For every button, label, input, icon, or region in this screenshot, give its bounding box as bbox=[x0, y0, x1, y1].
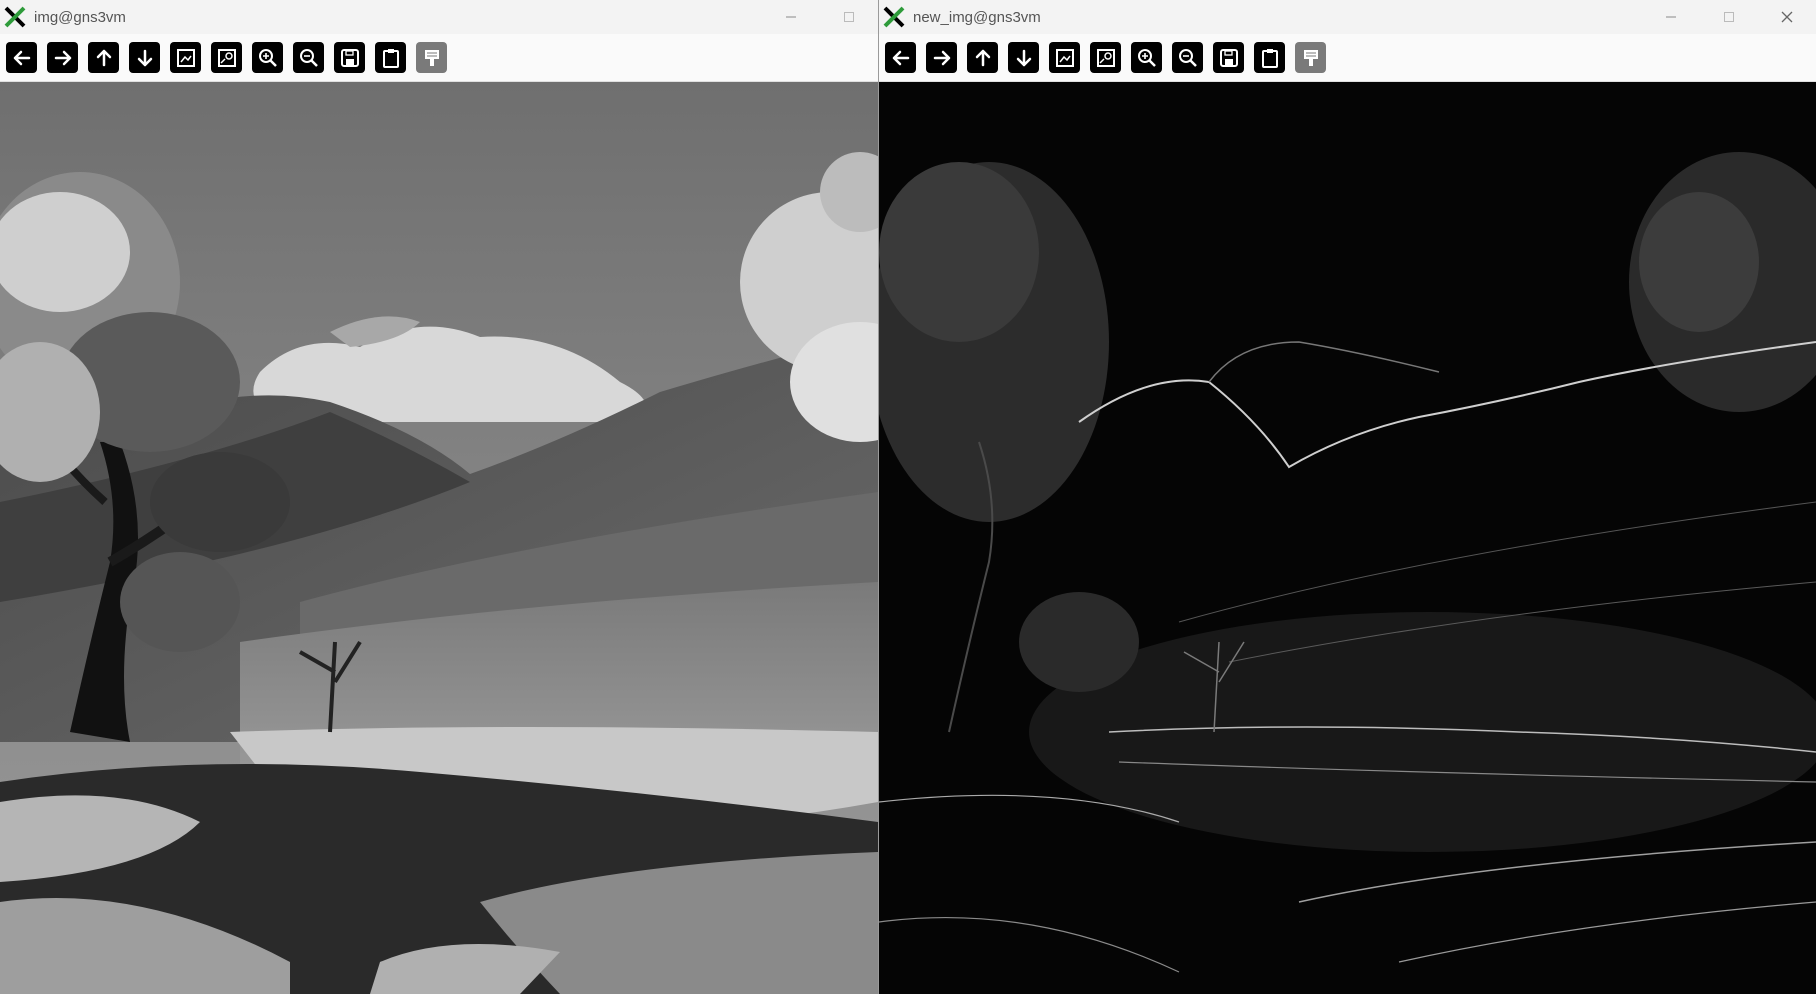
zoom-out-button[interactable] bbox=[1172, 42, 1203, 73]
zoom-out-button[interactable] bbox=[293, 42, 324, 73]
image-canvas[interactable] bbox=[0, 82, 878, 994]
maximize-button[interactable] bbox=[1700, 0, 1758, 34]
zoom-out-icon bbox=[1178, 48, 1197, 67]
zoom-in-button[interactable] bbox=[252, 42, 283, 73]
paint-button[interactable] bbox=[416, 42, 447, 73]
paint-icon bbox=[424, 49, 439, 66]
close-icon bbox=[1781, 11, 1793, 23]
maximize-button[interactable] bbox=[820, 0, 878, 34]
image-settings-icon bbox=[1096, 48, 1115, 67]
pan-down-icon bbox=[1016, 49, 1031, 66]
save-icon bbox=[340, 48, 359, 67]
title-bar[interactable]: new_img@gns3vm bbox=[879, 0, 1816, 34]
maximize-icon bbox=[844, 12, 854, 22]
minimize-icon bbox=[786, 16, 796, 18]
window-title: new_img@gns3vm bbox=[913, 8, 1041, 26]
save-icon bbox=[1219, 48, 1238, 67]
zoom-in-button[interactable] bbox=[1131, 42, 1162, 73]
clipboard-button[interactable] bbox=[1254, 42, 1285, 73]
forward-icon bbox=[933, 50, 950, 65]
minimize-icon bbox=[1666, 16, 1676, 18]
pan-up-button[interactable] bbox=[967, 42, 998, 73]
toolbar bbox=[0, 34, 878, 82]
back-icon bbox=[13, 50, 30, 65]
close-button[interactable] bbox=[1758, 0, 1816, 34]
image-settings-icon bbox=[217, 48, 236, 67]
pan-down-button[interactable] bbox=[129, 42, 160, 73]
pan-down-button[interactable] bbox=[1008, 42, 1039, 73]
zoom-in-icon bbox=[1137, 48, 1156, 67]
image-icon bbox=[1055, 48, 1074, 67]
pan-down-icon bbox=[137, 49, 152, 66]
minimize-button[interactable] bbox=[1642, 0, 1700, 34]
clipboard-button[interactable] bbox=[375, 42, 406, 73]
zoom-in-icon bbox=[258, 48, 277, 67]
landscape-image bbox=[0, 82, 878, 994]
paint-icon bbox=[1303, 49, 1318, 66]
back-button[interactable] bbox=[885, 42, 916, 73]
forward-button[interactable] bbox=[47, 42, 78, 73]
edge-image bbox=[879, 82, 1816, 994]
image-canvas[interactable] bbox=[879, 82, 1816, 994]
pan-up-icon bbox=[975, 49, 990, 66]
paint-button[interactable] bbox=[1295, 42, 1326, 73]
x-app-icon bbox=[883, 6, 905, 28]
back-icon bbox=[892, 50, 909, 65]
image-icon bbox=[176, 48, 195, 67]
image-window-processed: new_img@gns3vm bbox=[879, 0, 1816, 994]
window-title: img@gns3vm bbox=[34, 8, 126, 26]
x-app-icon bbox=[4, 6, 26, 28]
pan-up-icon bbox=[96, 49, 111, 66]
clipboard-icon bbox=[1261, 48, 1278, 68]
image-window-original: img@gns3vm bbox=[0, 0, 879, 994]
image-settings-button[interactable] bbox=[1090, 42, 1121, 73]
clipboard-icon bbox=[382, 48, 399, 68]
image-button[interactable] bbox=[170, 42, 201, 73]
title-bar[interactable]: img@gns3vm bbox=[0, 0, 878, 34]
forward-button[interactable] bbox=[926, 42, 957, 73]
minimize-button[interactable] bbox=[762, 0, 820, 34]
maximize-icon bbox=[1724, 12, 1734, 22]
back-button[interactable] bbox=[6, 42, 37, 73]
zoom-out-icon bbox=[299, 48, 318, 67]
image-settings-button[interactable] bbox=[211, 42, 242, 73]
toolbar bbox=[879, 34, 1816, 82]
save-button[interactable] bbox=[1213, 42, 1244, 73]
forward-icon bbox=[54, 50, 71, 65]
save-button[interactable] bbox=[334, 42, 365, 73]
pan-up-button[interactable] bbox=[88, 42, 119, 73]
image-button[interactable] bbox=[1049, 42, 1080, 73]
